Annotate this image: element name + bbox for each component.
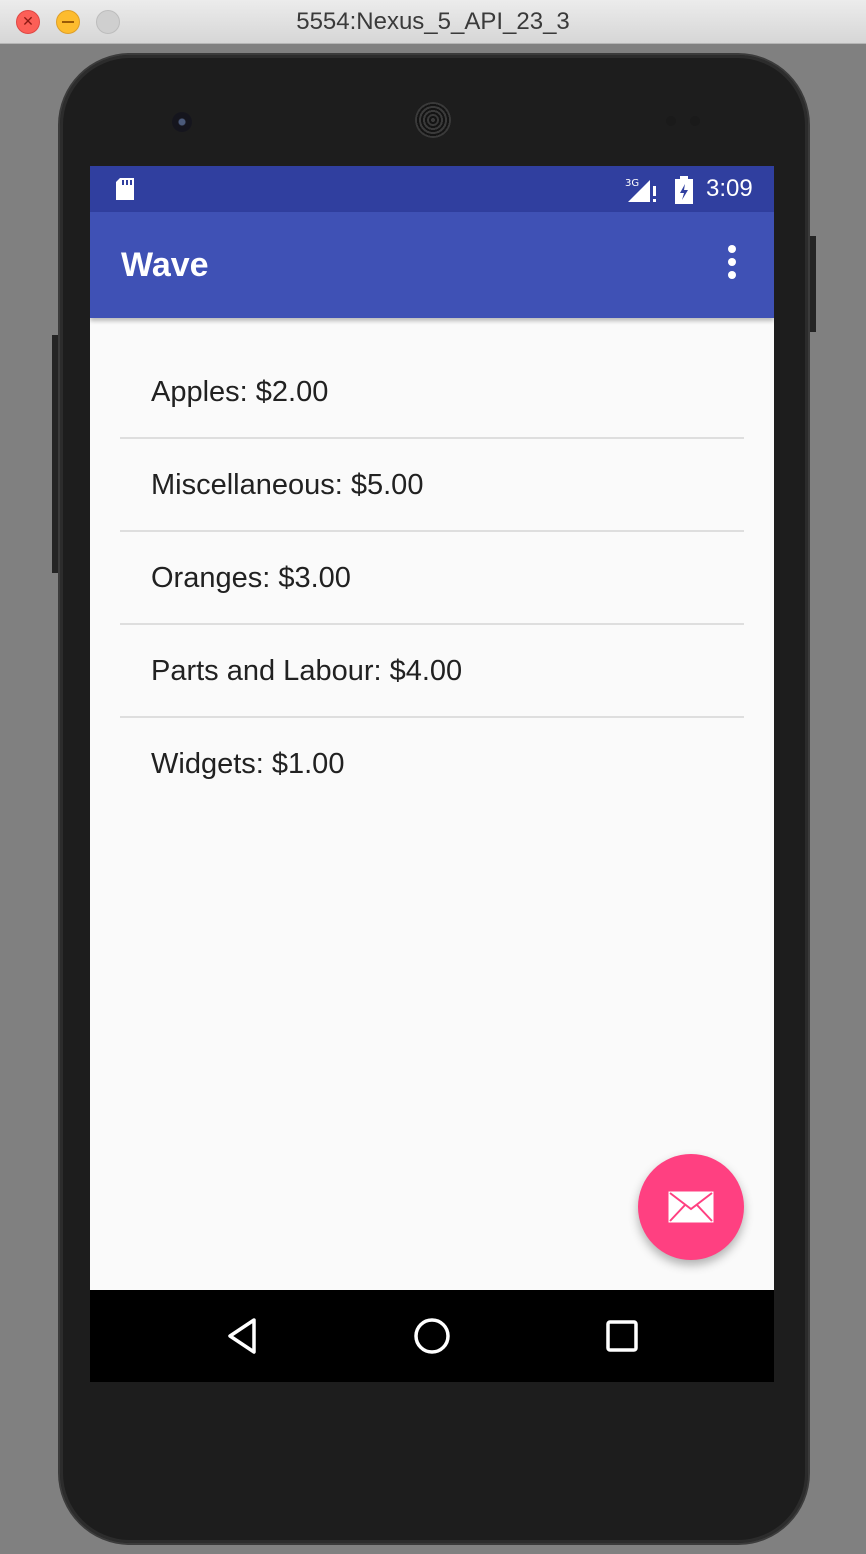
email-icon xyxy=(668,1191,714,1223)
send-email-fab[interactable] xyxy=(638,1154,744,1260)
list-item[interactable]: Widgets: $1.00 xyxy=(120,718,744,811)
list-item-label: Widgets: $1.00 xyxy=(151,748,345,780)
list-item[interactable]: Apples: $2.00 xyxy=(120,346,744,439)
battery-icon xyxy=(675,176,693,204)
app-title: Wave xyxy=(121,246,209,284)
list-item-label: Oranges: $3.00 xyxy=(151,562,351,594)
sd-card-icon xyxy=(116,178,134,200)
list-item[interactable]: Parts and Labour: $4.00 xyxy=(120,625,744,718)
window-titlebar: 5554:Nexus_5_API_23_3 xyxy=(0,0,866,44)
earpiece-speaker xyxy=(415,102,451,138)
list-item[interactable]: Miscellaneous: $5.00 xyxy=(120,439,744,532)
list-item[interactable]: Oranges: $3.00 xyxy=(120,532,744,625)
recents-icon[interactable] xyxy=(600,1314,644,1358)
device-screen: 3G 3:09 Wave Apples: $2.00 Miscellaneous… xyxy=(90,166,774,1382)
status-bar: 3G 3:09 xyxy=(90,166,774,212)
back-icon[interactable] xyxy=(220,1314,264,1358)
expense-list: Apples: $2.00 Miscellaneous: $5.00 Orang… xyxy=(120,346,744,811)
window-title: 5554:Nexus_5_API_23_3 xyxy=(296,8,570,35)
front-camera xyxy=(172,112,192,132)
status-clock: 3:09 xyxy=(706,175,753,202)
list-item-label: Parts and Labour: $4.00 xyxy=(151,655,463,687)
navigation-bar xyxy=(90,1290,774,1382)
signal-3g-icon: 3G xyxy=(625,178,656,202)
overflow-menu-button[interactable] xyxy=(714,240,750,290)
light-sensor xyxy=(690,116,700,126)
list-item-label: Miscellaneous: $5.00 xyxy=(151,469,424,501)
network-type-label: 3G xyxy=(625,178,639,189)
home-icon[interactable] xyxy=(410,1314,454,1358)
proximity-sensor xyxy=(666,116,676,126)
app-bar: Wave xyxy=(90,212,774,318)
list-item-label: Apples: $2.00 xyxy=(151,376,329,408)
